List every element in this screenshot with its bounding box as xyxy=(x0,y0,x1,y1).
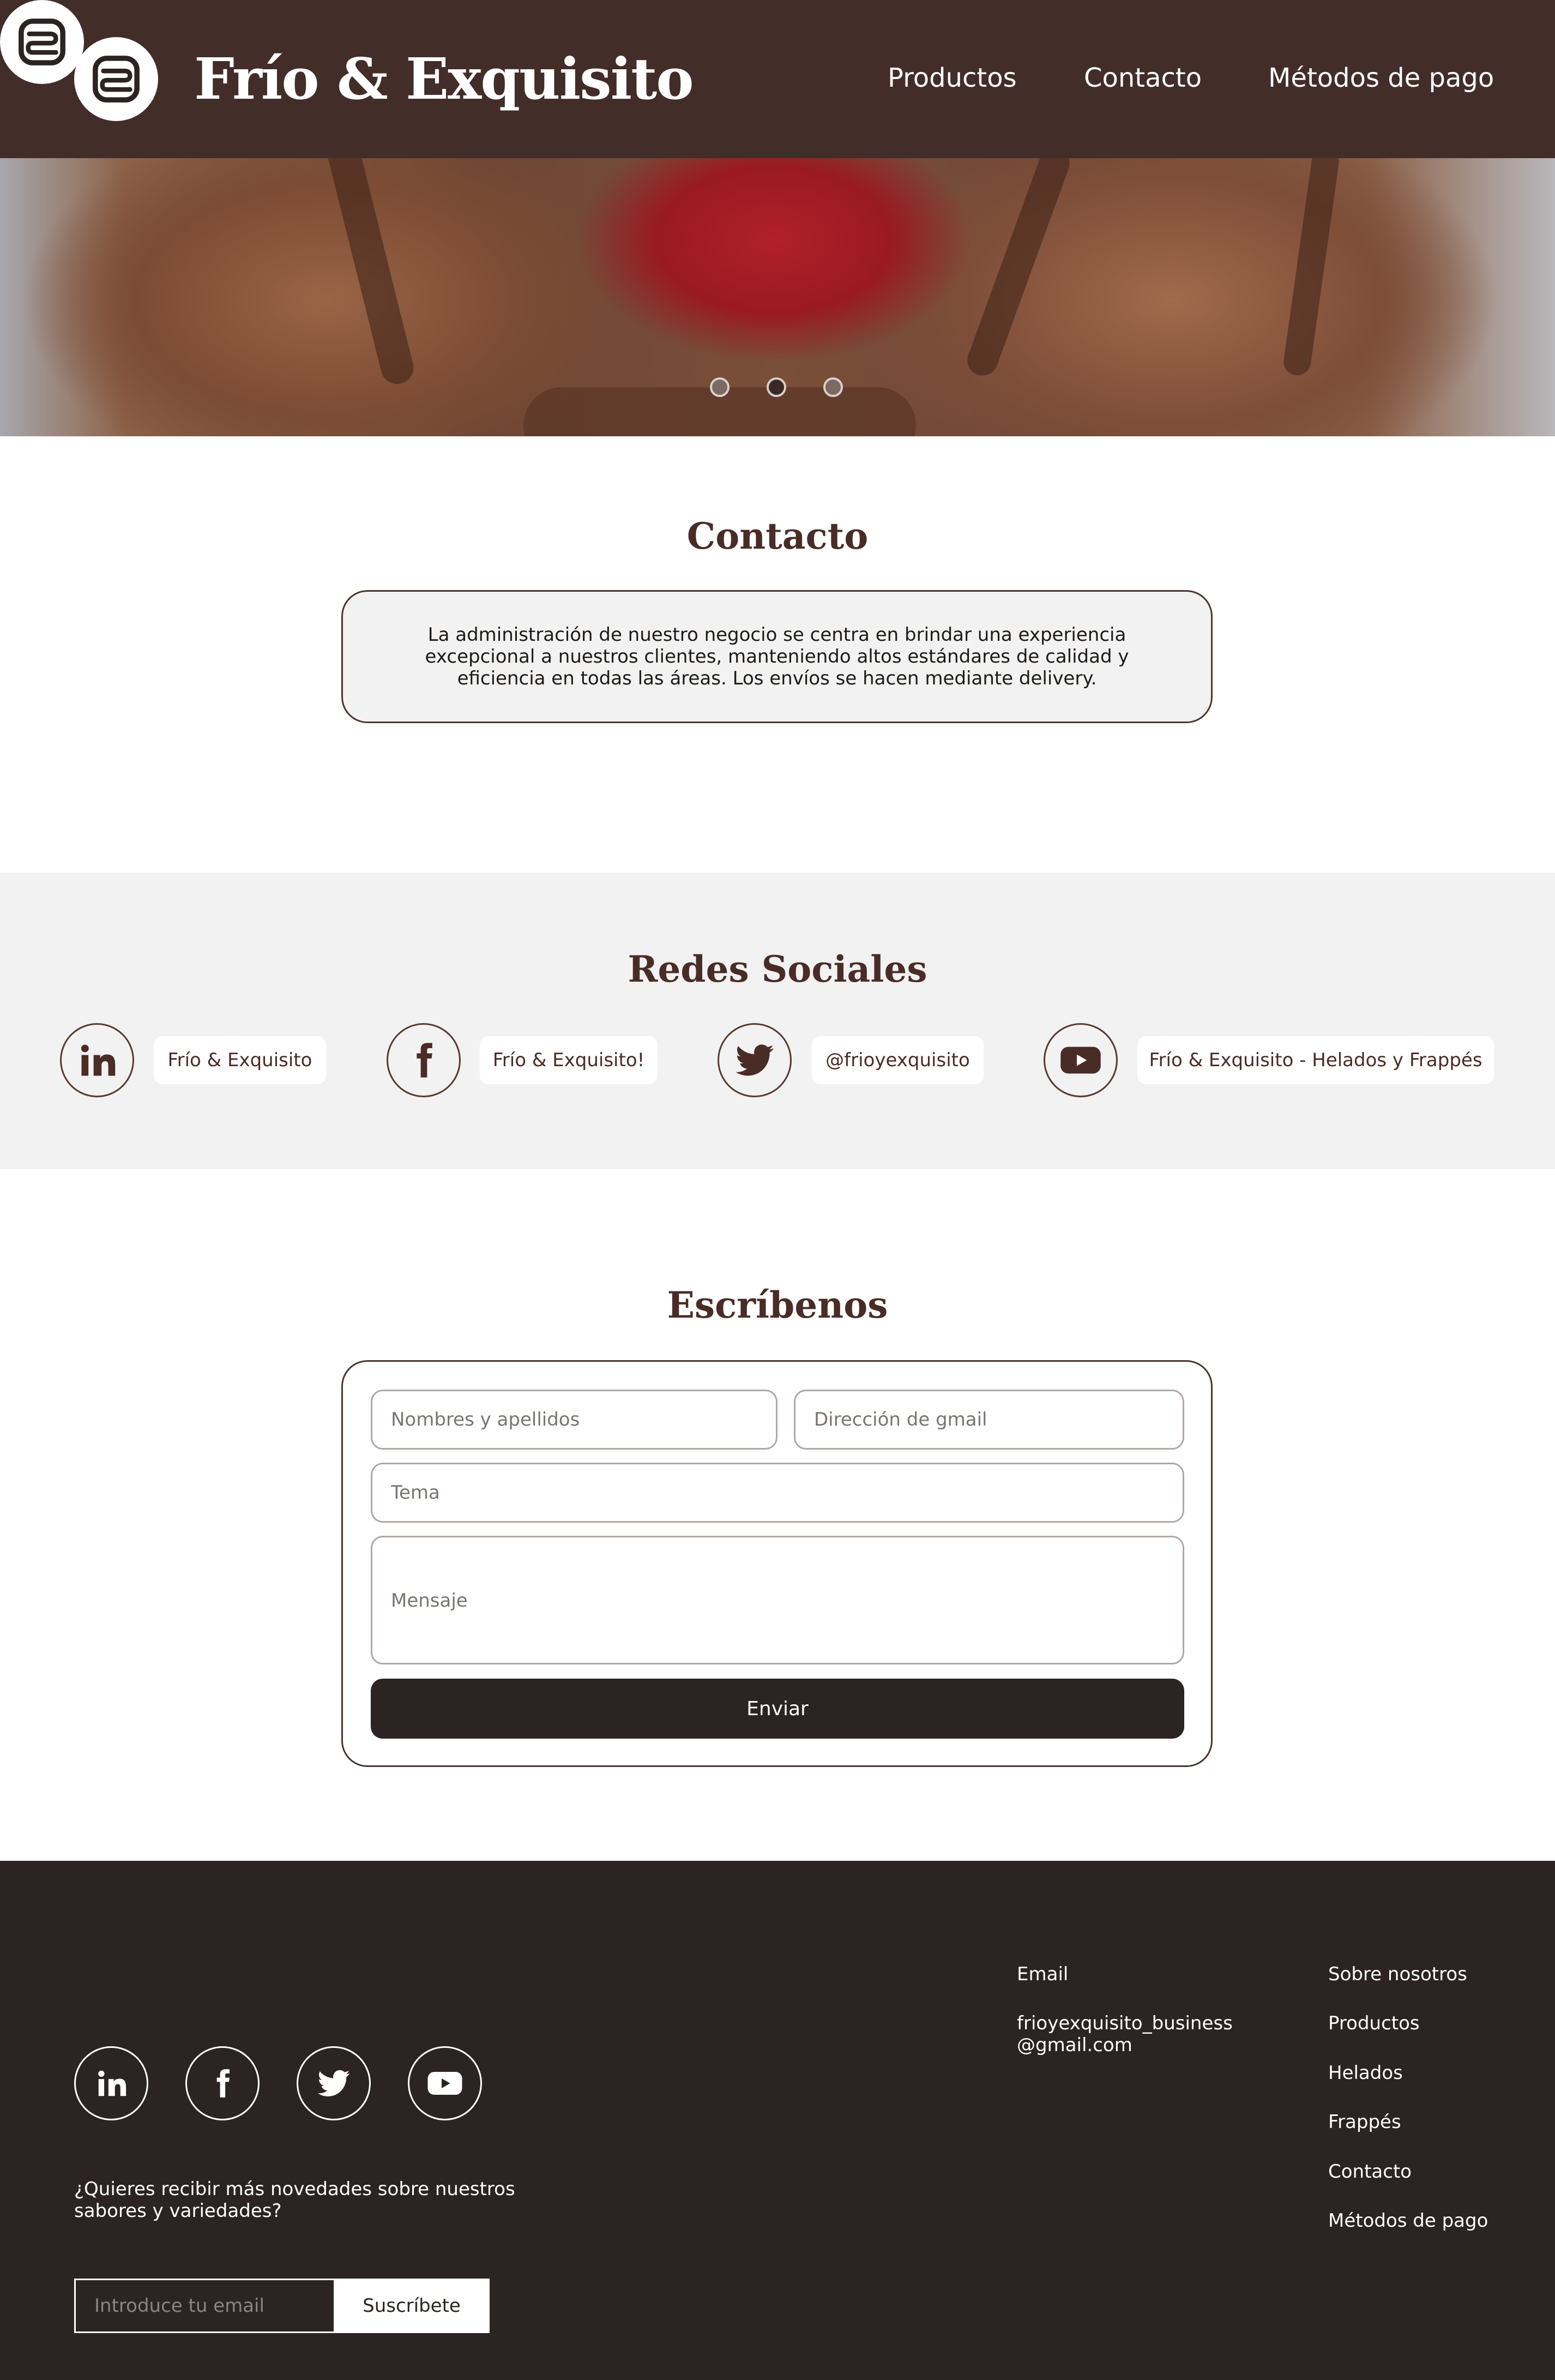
name-field[interactable] xyxy=(371,1390,777,1450)
hero-carousel xyxy=(0,158,1555,436)
youtube-button[interactable] xyxy=(1044,1023,1118,1097)
nav-contacto[interactable]: Contacto xyxy=(1084,60,1202,96)
carousel-dot-3[interactable] xyxy=(823,377,843,397)
message-field[interactable] xyxy=(371,1536,1184,1664)
hero-image-detail xyxy=(324,158,417,388)
carousel-dot-1[interactable] xyxy=(710,377,730,397)
site-header: Frío & Exquisito Productos Contacto Méto… xyxy=(0,0,1555,158)
contact-description: La administración de nuestro negocio se … xyxy=(425,624,1129,689)
footer-link-productos[interactable]: Productos xyxy=(1328,2012,1420,2034)
hero-image-detail xyxy=(963,158,1074,380)
twitter-button[interactable] xyxy=(718,1023,792,1097)
twitter-label[interactable]: @frioyexquisito xyxy=(812,1036,984,1084)
facebook-icon xyxy=(417,1043,432,1078)
subject-field[interactable] xyxy=(371,1463,1184,1523)
footer-facebook-button[interactable] xyxy=(185,2046,260,2120)
youtube-icon xyxy=(427,2072,462,2095)
footer-link-contacto[interactable]: Contacto xyxy=(1328,2161,1412,2183)
newsletter-text-line2: sabores y variedades? xyxy=(74,2200,282,2222)
facebook-label[interactable]: Frío & Exquisito! xyxy=(480,1036,658,1084)
subscribe-button[interactable]: Suscríbete xyxy=(334,2279,490,2333)
social-section xyxy=(0,873,1555,1169)
youtube-icon xyxy=(1060,1047,1101,1074)
social-title: Redes Sociales xyxy=(628,948,927,990)
form-title: Escríbenos xyxy=(667,1284,888,1326)
footer-link-helados[interactable]: Helados xyxy=(1328,2062,1403,2084)
footer-link-metodos-de-pago[interactable]: Métodos de pago xyxy=(1328,2210,1488,2232)
footer-link-sobre-nosotros[interactable]: Sobre nosotros xyxy=(1328,1963,1467,1985)
logo[interactable] xyxy=(74,37,158,121)
contact-title: Contacto xyxy=(686,515,869,557)
linkedin-button[interactable] xyxy=(60,1023,134,1097)
logo-icon xyxy=(19,19,65,65)
carousel-dot-2[interactable] xyxy=(767,377,786,397)
footer-link-frappes[interactable]: Frappés xyxy=(1328,2111,1401,2133)
nav-productos[interactable]: Productos xyxy=(888,60,1017,96)
email-field[interactable] xyxy=(794,1390,1184,1450)
footer-linkedin-button[interactable] xyxy=(74,2046,148,2120)
nav-metodos-de-pago[interactable]: Métodos de pago xyxy=(1268,60,1494,96)
footer-email-label: Email xyxy=(1017,1963,1069,1985)
contact-card: La administración de nuestro negocio se … xyxy=(341,590,1213,723)
footer-youtube-button[interactable] xyxy=(408,2046,482,2120)
linkedin-label[interactable]: Frío & Exquisito xyxy=(154,1036,326,1084)
footer-twitter-button[interactable] xyxy=(297,2046,371,2120)
footer-email-line1[interactable]: frioyexquisito_business xyxy=(1017,2012,1233,2034)
newsletter-text-line1: ¿Quieres recibir más novedades sobre nue… xyxy=(74,2178,515,2200)
youtube-label[interactable]: Frío & Exquisito - Helados y Frappés xyxy=(1137,1036,1494,1084)
twitter-icon xyxy=(736,1044,774,1076)
footer-logo[interactable] xyxy=(0,0,84,84)
linkedin-icon xyxy=(98,2070,126,2096)
twitter-icon xyxy=(317,2070,350,2096)
linkedin-icon xyxy=(81,1044,116,1076)
hero-image-detail xyxy=(1282,158,1341,377)
newsletter-email-input[interactable] xyxy=(74,2279,334,2333)
brand-title: Frío & Exquisito xyxy=(194,45,694,112)
logo-icon xyxy=(93,56,140,103)
facebook-icon xyxy=(216,2069,230,2097)
send-button[interactable]: Enviar xyxy=(371,1679,1184,1739)
footer-email-line2[interactable]: @gmail.com xyxy=(1017,2034,1132,2056)
facebook-button[interactable] xyxy=(387,1023,461,1097)
